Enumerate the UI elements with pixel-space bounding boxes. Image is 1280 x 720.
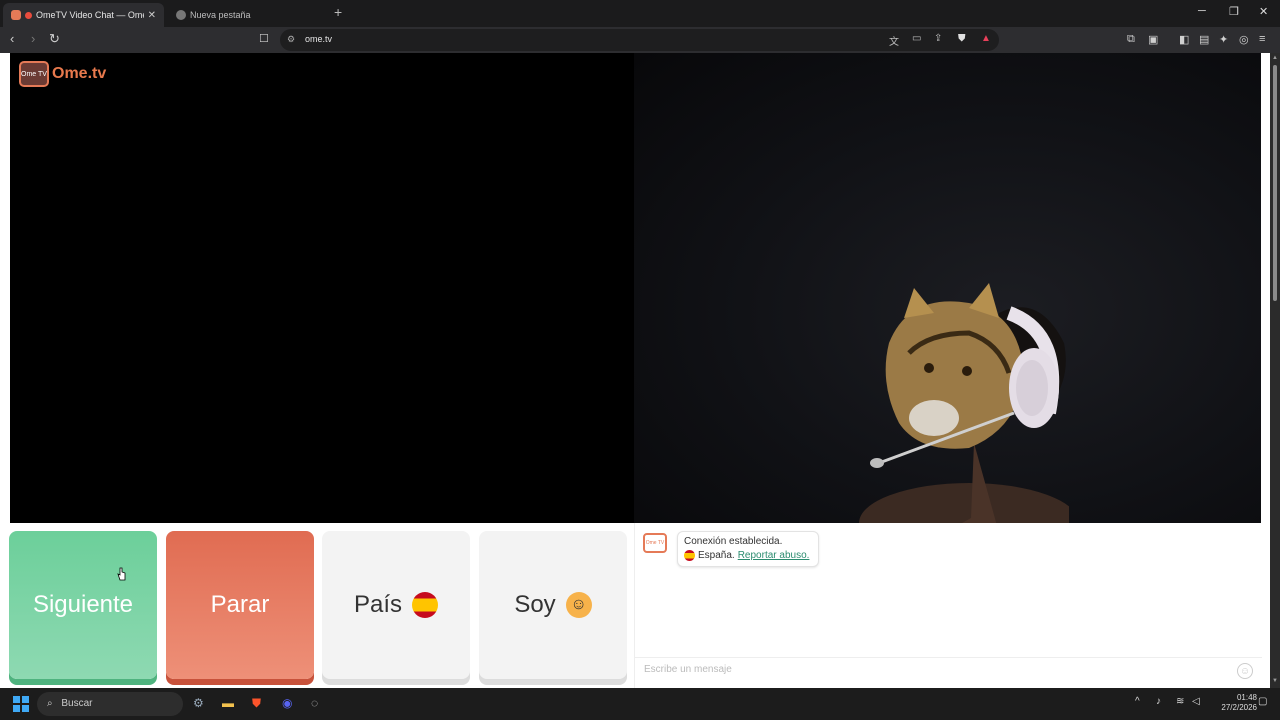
spain-flag-icon — [684, 550, 695, 561]
next-button[interactable]: Siguiente — [9, 531, 157, 679]
share-icon[interactable]: ⇪ — [934, 33, 942, 44]
new-tab-button[interactable]: + — [334, 4, 342, 20]
ometv-favicon-icon — [11, 10, 21, 20]
partner-country: España. — [698, 550, 735, 561]
system-message: Conexión establecida. España. Reportar a… — [677, 531, 819, 567]
country-button[interactable]: País — [322, 531, 470, 679]
browser-toolbar: ‹ › ↻ ☐ ⚙ ome.tv 文 ▭ ⇪ ⛊ ▲ ⧉ ▣ ◧ ▤ ✦ ◎ ≡ — [0, 27, 1280, 53]
stop-button[interactable]: Parar — [166, 531, 314, 679]
remote-video — [634, 53, 1261, 523]
message-input-placeholder: Escribe un mensaje — [644, 664, 732, 675]
gender-button[interactable]: Soy ☺ — [479, 531, 627, 679]
app-icon[interactable]: ◌ — [311, 696, 318, 710]
clock-date: 27/2/2026 — [1221, 703, 1257, 712]
back-icon[interactable]: ‹ — [10, 32, 14, 46]
wifi-icon[interactable]: ≋ — [1176, 696, 1184, 707]
discord-icon[interactable]: ◉ — [282, 696, 292, 710]
taskbar-clock[interactable]: 01:48 27/2/2026 — [1205, 693, 1257, 713]
minimize-button[interactable]: ─ — [1198, 5, 1206, 17]
forward-icon[interactable]: › — [31, 32, 35, 46]
tab-close-icon[interactable]: ✕ — [148, 10, 156, 21]
tab-title: OmeTV Video Chat — Omeg — [36, 10, 144, 20]
tray-chevron-icon[interactable]: ^ — [1135, 696, 1140, 707]
ometv-chat-logo-icon: Ome TV — [643, 533, 667, 553]
ometv-logo[interactable]: Ome TV Ome.tv — [19, 61, 106, 87]
gender-button-label: Soy — [514, 591, 556, 618]
brave-rewards-icon[interactable]: ▲ — [981, 33, 991, 44]
next-button-label: Siguiente — [32, 591, 134, 618]
taskbar: ⌕ Buscar ⚙ ▬ ⛊ ◉ ◌ ^ ♪ ≋ ◁ 01:48 27/2/20… — [0, 688, 1280, 720]
scrollbar-thumb[interactable] — [1273, 65, 1277, 301]
reload-icon[interactable]: ↻ — [49, 32, 60, 46]
windows-start-icon[interactable] — [13, 696, 29, 712]
spain-flag-icon — [412, 592, 439, 618]
brave-shield-icon[interactable]: ⛊ — [958, 33, 966, 44]
country-button-label: País — [353, 591, 403, 618]
taskbar-search-label: Buscar — [61, 698, 93, 709]
bookmark-icon[interactable]: ☐ — [259, 32, 269, 46]
logo-text: Ome.tv — [52, 65, 107, 82]
stop-button-label: Parar — [210, 591, 270, 618]
address-bar[interactable]: ⚙ ome.tv 文 ▭ ⇪ ⛊ ▲ — [280, 29, 999, 51]
tab-ometv[interactable]: OmeTV Video Chat — Omeg ✕ — [3, 3, 164, 27]
extensions-icon[interactable]: ⧉ — [1127, 33, 1135, 46]
wallet-icon[interactable]: ▤ — [1199, 33, 1209, 46]
clock-time: 01:48 — [1236, 693, 1257, 702]
maximize-button[interactable]: ❐ — [1229, 5, 1239, 18]
remote-person-image — [859, 283, 1069, 523]
search-icon: ⌕ — [47, 698, 53, 709]
tab-new-tab[interactable]: Nueva pestaña — [168, 3, 328, 27]
shield-favicon-icon — [176, 10, 186, 20]
page-scrollbar[interactable]: ▲ ▼ — [1270, 53, 1280, 688]
url-text: ome.tv — [305, 34, 333, 44]
translate-icon[interactable]: 文 — [889, 33, 899, 48]
leo-ai-icon[interactable]: ✦ — [1219, 33, 1228, 46]
settings-icon[interactable]: ⚙ — [193, 696, 204, 710]
chat-panel: Ome TV Conexión establecida. España. Rep… — [634, 523, 1262, 688]
hand-cursor-icon — [117, 567, 126, 581]
sidebar-icon[interactable]: ◧ — [1179, 33, 1189, 46]
boy-face-icon: ☺ — [565, 592, 592, 618]
scroll-down-icon[interactable]: ▼ — [1272, 678, 1278, 684]
local-video — [10, 53, 634, 523]
tab-search-icon[interactable]: ▣ — [1148, 33, 1158, 46]
tv-logo-icon: Ome TV — [19, 61, 49, 87]
menu-icon[interactable]: ≡ — [1259, 33, 1265, 45]
vpn-icon[interactable]: ◎ — [1239, 33, 1249, 46]
volume-icon[interactable]: ◁ — [1192, 696, 1200, 707]
emoji-button[interactable]: ☺ — [1237, 663, 1253, 679]
notification-icon[interactable]: ▢ — [1258, 696, 1267, 707]
taskbar-search[interactable]: ⌕ Buscar — [37, 692, 183, 716]
cast-icon[interactable]: ▭ — [912, 33, 921, 44]
tab-bar: OmeTV Video Chat — Omeg ✕ Nueva pestaña … — [0, 0, 1280, 27]
recording-indicator-icon — [25, 11, 32, 19]
tab-title: Nueva pestaña — [190, 10, 251, 20]
report-abuse-link[interactable]: Reportar abuso. — [738, 550, 810, 561]
file-explorer-icon[interactable]: ▬ — [222, 696, 234, 710]
brave-browser-icon[interactable]: ⛊ — [252, 696, 261, 711]
scroll-up-icon[interactable]: ▲ — [1272, 55, 1278, 61]
microphone-icon[interactable]: ♪ — [1156, 696, 1161, 707]
message-input[interactable]: Escribe un mensaje ☺ — [635, 657, 1262, 683]
site-settings-icon[interactable]: ⚙ — [287, 34, 295, 45]
close-window-button[interactable]: ✕ — [1259, 5, 1268, 18]
connection-status-text: Conexión establecida. — [684, 536, 783, 547]
page-content: Ome TV Ome.tv Siguiente Parar País Soy ☺… — [0, 53, 1270, 688]
